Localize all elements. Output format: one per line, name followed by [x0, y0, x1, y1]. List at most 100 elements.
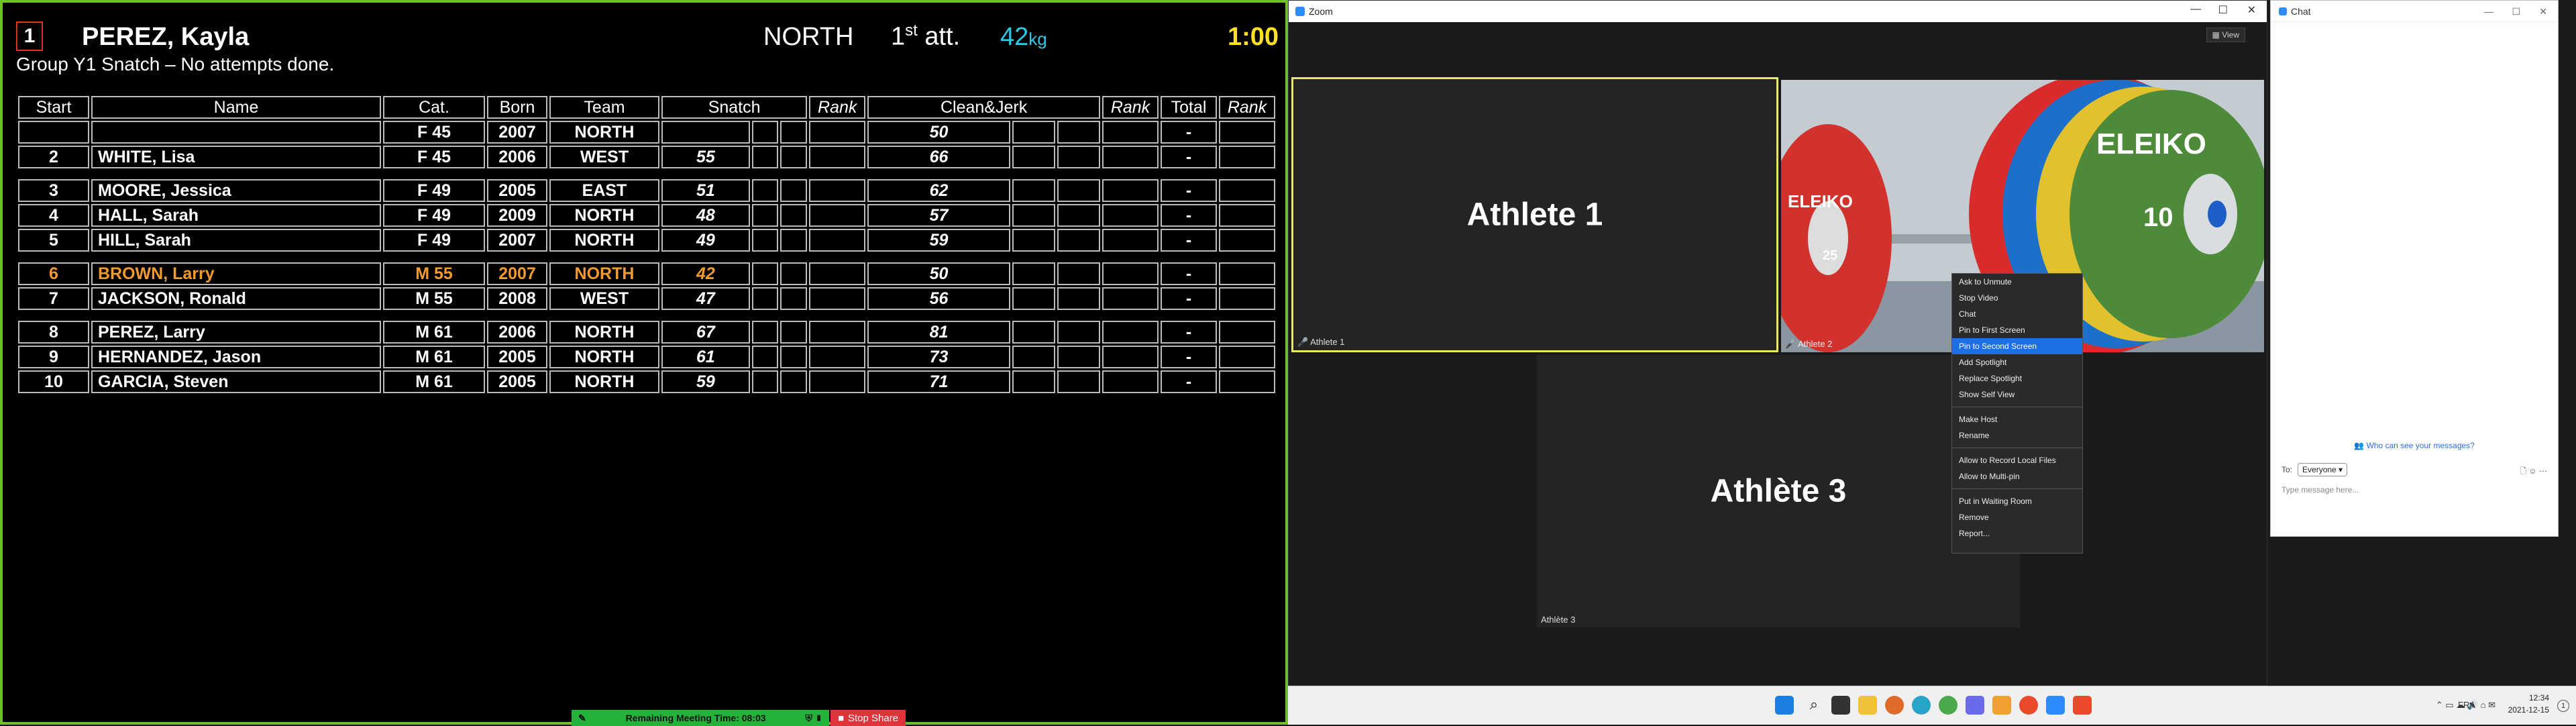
- header-born: Born: [487, 96, 547, 119]
- tile-caption-text: Athlete 1: [1310, 337, 1345, 347]
- start-icon[interactable]: [1775, 696, 1794, 715]
- table-row: 2 WHITE, Lisa F 45 2006 WEST 55 66 -: [18, 146, 1275, 168]
- cell-team: NORTH: [549, 121, 659, 144]
- menu-item-add-spotlight[interactable]: Add Spotlight: [1952, 354, 2082, 370]
- maximize-icon[interactable]: ☐: [2512, 6, 2520, 17]
- chat-titlebar[interactable]: Chat — ☐ ✕: [2271, 1, 2558, 22]
- menu-item-put-in-waiting-room[interactable]: Put in Waiting Room: [1952, 493, 2082, 509]
- cell-cj-1: 50: [867, 121, 1010, 144]
- meeting-time-text: Remaining Meeting Time: 08:03: [625, 713, 766, 723]
- weight-unit: kg: [1028, 29, 1047, 49]
- language-indicator[interactable]: FRA: [2458, 700, 2475, 710]
- current-team: NORTH: [763, 23, 854, 51]
- menu-item-stop-video[interactable]: Stop Video: [1952, 290, 2082, 306]
- maximize-icon[interactable]: ☐: [2218, 3, 2228, 17]
- chrome-icon[interactable]: [1939, 696, 1957, 715]
- cell-rank: [1219, 204, 1275, 227]
- edge-icon[interactable]: [1912, 696, 1931, 715]
- attempt-word: att.: [924, 22, 961, 51]
- zoom-logo-icon: [2279, 7, 2287, 15]
- zoom-titlebar[interactable]: Zoom: [1289, 1, 2267, 22]
- cell-cj-2: [1012, 287, 1055, 310]
- separator-cell: [18, 254, 1275, 260]
- tile-caption-text: Athlete 2: [1798, 339, 1833, 349]
- cell-snatch-2: [751, 146, 779, 168]
- app-icon[interactable]: [1966, 696, 1984, 715]
- taskbar-clock[interactable]: 12:34 2021-12-15: [2508, 692, 2549, 716]
- menu-item-ask-to-unmute[interactable]: Ask to Unmute: [1952, 274, 2082, 290]
- cell-born: 2007: [487, 121, 547, 144]
- cell-start: 6: [18, 262, 89, 285]
- mail-icon[interactable]: [1992, 696, 2011, 715]
- menu-item-allow-to-multi-pin[interactable]: Allow to Multi-pin: [1952, 468, 2082, 484]
- cell-cj-2: [1012, 321, 1055, 344]
- notification-badge[interactable]: 1: [2557, 700, 2569, 712]
- menu-item-report[interactable]: Report...: [1952, 525, 2082, 541]
- menu-item-make-host[interactable]: Make Host: [1952, 411, 2082, 427]
- results-body: F 45 2007 NORTH 50-2 WHITE, Lisa F 45 2006 WEST…: [18, 121, 1275, 393]
- emoji-icon[interactable]: ☺: [2528, 466, 2536, 476]
- search-icon[interactable]: ⌕: [1805, 696, 1823, 715]
- file-explorer-icon[interactable]: [1858, 696, 1877, 715]
- cell-category: M 61: [383, 321, 485, 344]
- view-label: View: [2222, 30, 2239, 40]
- chat-message-input[interactable]: Type message here...: [2282, 485, 2543, 495]
- cell-snatch-2: [751, 287, 779, 310]
- cell-snatch-3: [780, 146, 808, 168]
- view-button[interactable]: ▦ View: [2206, 28, 2245, 42]
- recipient-select[interactable]: Everyone ▾: [2298, 463, 2348, 476]
- tile-caption: 🎤 Athlete 2: [1785, 339, 1832, 350]
- cell-name: PEREZ, Larry: [91, 321, 381, 344]
- zoom-taskbar-icon[interactable]: [2046, 696, 2065, 715]
- minimize-icon[interactable]: —: [2484, 6, 2493, 17]
- tool-icon[interactable]: [2073, 696, 2092, 715]
- close-icon[interactable]: ✕: [2539, 6, 2547, 17]
- plate-brand-right: ELEIKO: [2096, 127, 2206, 160]
- close-icon[interactable]: ✕: [2247, 3, 2256, 17]
- drag-icon[interactable]: ✎: [578, 713, 586, 724]
- cell-category: F 49: [383, 229, 485, 252]
- shield-icon[interactable]: ⛨ ▮: [805, 713, 822, 724]
- app-icon-red[interactable]: [2019, 696, 2038, 715]
- separator-cell: [18, 170, 1275, 177]
- cell-snatch-3: [780, 204, 808, 227]
- task-view-icon[interactable]: [1831, 696, 1850, 715]
- cell-rank: [1219, 179, 1275, 202]
- cell-cj-2: [1012, 146, 1055, 168]
- video-tile-athlete-1[interactable]: Athlete 1 🎤 Athlete 1: [1291, 77, 1778, 352]
- menu-item-rename[interactable]: Rename: [1952, 427, 2082, 444]
- cell-born: 2005: [487, 370, 547, 393]
- current-start-number: 1: [16, 21, 43, 51]
- header-total: Total: [1161, 96, 1217, 119]
- more-icon[interactable]: ⋯: [2539, 466, 2547, 476]
- cell-team: WEST: [549, 287, 659, 310]
- menu-item-allow-to-record-local-files[interactable]: Allow to Record Local Files: [1952, 452, 2082, 468]
- cell-snatch-1: 59: [661, 370, 750, 393]
- cell-start: [18, 121, 89, 144]
- stop-share-button[interactable]: ■ Stop Share: [830, 710, 906, 726]
- cell-cj-3: [1057, 179, 1100, 202]
- menu-item-replace-spotlight[interactable]: Replace Spotlight: [1952, 370, 2082, 386]
- who-can-see-link[interactable]: 👥 Who can see your messages?: [2271, 441, 2558, 450]
- firefox-icon[interactable]: [1885, 696, 1904, 715]
- menu-separator: [1952, 488, 2082, 489]
- cell-team: NORTH: [549, 321, 659, 344]
- video-tile-athlete-3[interactable]: Athlète 3 Athlète 3: [1537, 355, 2020, 627]
- menu-item-show-self-view[interactable]: Show Self View: [1952, 386, 2082, 403]
- cell-start: 7: [18, 287, 89, 310]
- file-icon[interactable]: 🗋: [2520, 466, 2526, 476]
- table-row: 10 GARCIA, Steven M 61 2005 NORTH 59 71 -: [18, 370, 1275, 393]
- cell-cj-2: [1012, 229, 1055, 252]
- cell-snatch-2: [751, 121, 779, 144]
- cell-rank: [1219, 229, 1275, 252]
- meeting-time-bar[interactable]: ✎ Remaining Meeting Time: 08:03 ⛨ ▮: [572, 710, 829, 726]
- cell-snatch-rank: [809, 146, 866, 168]
- cell-cj-2: [1012, 121, 1055, 144]
- menu-item-chat[interactable]: Chat: [1952, 306, 2082, 322]
- minimize-icon[interactable]: —: [2190, 3, 2201, 15]
- cell-snatch-1: 48: [661, 204, 750, 227]
- menu-item-pin-to-second-screen[interactable]: Pin to Second Screen: [1952, 338, 2082, 354]
- menu-item-pin-to-first-screen[interactable]: Pin to First Screen: [1952, 322, 2082, 338]
- menu-item-remove[interactable]: Remove: [1952, 509, 2082, 525]
- cell-name: MOORE, Jessica: [91, 179, 381, 202]
